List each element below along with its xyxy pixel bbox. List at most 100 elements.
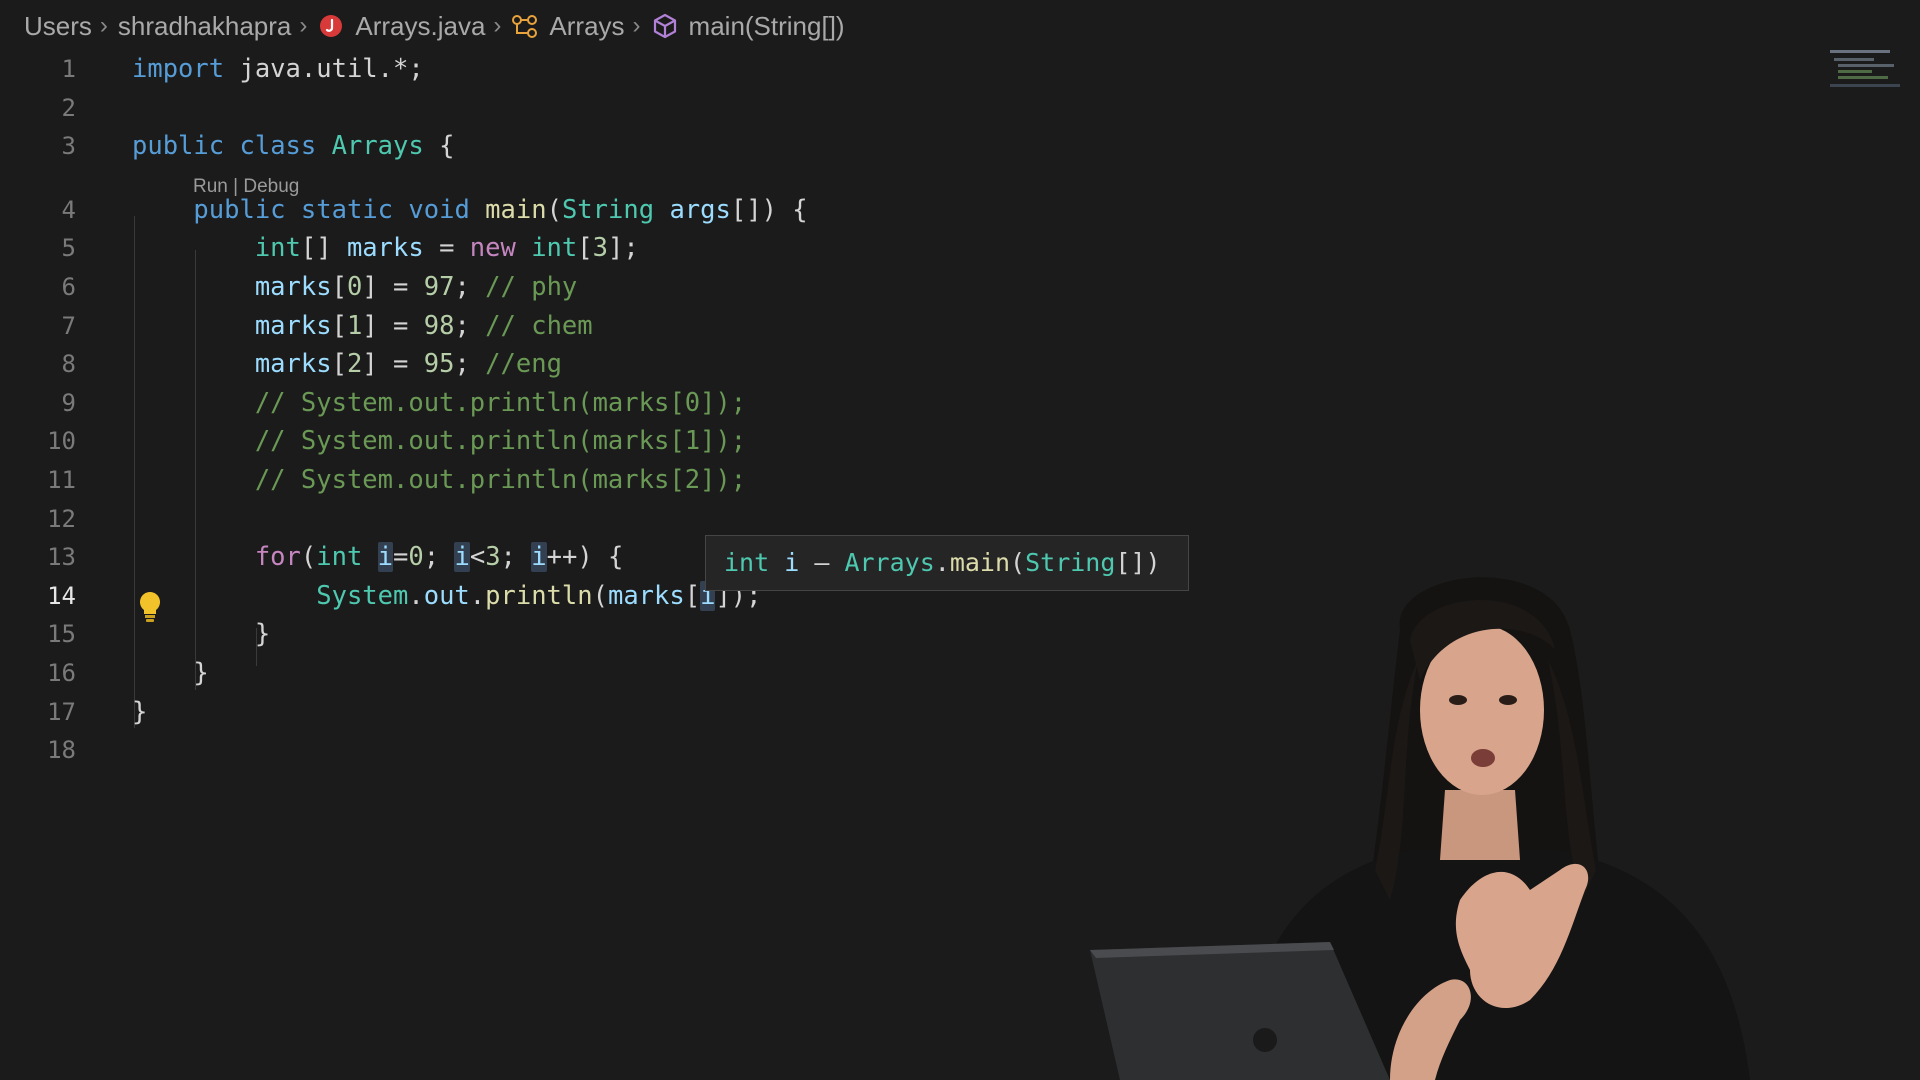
line-number[interactable]: 16 [0, 654, 76, 692]
minimap-line [1830, 84, 1900, 87]
code-token: static [300, 195, 394, 225]
minimap-line [1838, 76, 1888, 79]
hover-token: Arrays [844, 548, 935, 577]
code-text: marks[1] = 98; // chem [132, 307, 593, 345]
breadcrumb-label: Arrays.java [355, 10, 486, 41]
code-token: // chem [485, 311, 593, 341]
code-token: args [669, 195, 731, 225]
code-token: // System.out.println(marks[0]); [254, 388, 747, 418]
line-number[interactable]: 7 [0, 307, 76, 345]
line-number[interactable]: 3 [0, 127, 76, 165]
code-token: ; [454, 311, 486, 341]
code-token: Arrays [331, 131, 424, 161]
breadcrumb-item-file[interactable]: Arrays.java [317, 11, 485, 42]
line-number[interactable]: 15 [0, 615, 76, 653]
code-token: i [531, 542, 547, 572]
line-number[interactable]: 17 [0, 693, 76, 731]
code-token: [] [300, 233, 347, 263]
line-number[interactable]: 13 [0, 538, 76, 576]
code-token: int [316, 542, 363, 572]
code-token: ( [300, 542, 317, 572]
code-token: [ [684, 581, 701, 611]
code-text: marks[0] = 97; // phy [132, 268, 577, 306]
line-number[interactable]: 9 [0, 384, 76, 422]
code-token: = [423, 233, 470, 263]
code-token: i [454, 542, 470, 572]
code-token: [ [577, 233, 593, 263]
line-number[interactable]: 11 [0, 461, 76, 499]
code-token: for [254, 542, 301, 572]
chevron-right-icon: › [632, 12, 641, 39]
line-number[interactable]: 12 [0, 500, 76, 538]
code-token: int [531, 233, 578, 263]
code-token: println [485, 581, 593, 611]
line-number[interactable]: 14 [0, 577, 76, 615]
breadcrumb-item-users[interactable]: Users [24, 11, 92, 42]
code-token: new [469, 233, 516, 263]
breadcrumb-item-method[interactable]: main(String[]) [651, 11, 845, 42]
code-token: ] = [362, 349, 424, 379]
code-token: 2 [346, 349, 363, 379]
line-number[interactable]: 8 [0, 345, 76, 383]
hover-token [769, 548, 784, 577]
line-number[interactable]: 2 [0, 89, 76, 127]
code-token: java.util.*; [224, 54, 424, 84]
code-token: marks [254, 272, 332, 302]
lightbulb-icon[interactable] [137, 590, 163, 624]
line-number[interactable]: 5 [0, 229, 76, 267]
code-token: ++) { [546, 542, 624, 572]
line-number[interactable]: 18 [0, 731, 76, 769]
code-token: 3 [485, 542, 501, 572]
line-number[interactable]: 1 [0, 50, 76, 88]
presenter-video [1090, 570, 1920, 1080]
hover-token: . [934, 548, 950, 577]
code-text: for(int i=0; i<3; i++) { [132, 538, 623, 576]
code-token: marks [254, 349, 332, 379]
code-text: import java.util.*; [132, 50, 424, 88]
code-text: int[] marks = new int[3]; [132, 229, 639, 267]
code-token: } [132, 697, 148, 727]
code-token: ; [454, 272, 486, 302]
code-token: marks [346, 233, 424, 263]
code-token: // phy [485, 272, 578, 302]
line-number[interactable]: 4 [0, 191, 76, 229]
code-token: class [239, 131, 317, 161]
line-number[interactable]: 10 [0, 422, 76, 460]
chevron-right-icon: › [299, 12, 308, 39]
hover-token: ( [1010, 548, 1026, 577]
minimap-line [1834, 58, 1874, 61]
minimap-line [1838, 64, 1894, 67]
code-token: ] = [362, 311, 424, 341]
code-text: System.out.println(marks[i]); [132, 577, 762, 615]
minimap[interactable] [1826, 48, 1920, 98]
minimap-line [1838, 70, 1872, 73]
code-text: // System.out.println(marks[0]); [132, 384, 746, 422]
line-number[interactable]: 6 [0, 268, 76, 306]
java-file-icon [317, 12, 345, 40]
code-token: //eng [485, 349, 562, 379]
code-token: 0 [346, 272, 363, 302]
code-token: [ [331, 311, 347, 341]
code-token: . [469, 581, 486, 611]
code-token: } [132, 658, 209, 688]
code-text: // System.out.println(marks[2]); [132, 461, 746, 499]
code-token: // System.out.println(marks[2]); [254, 465, 747, 495]
hover-token: int [724, 548, 770, 577]
breadcrumb-label: shradhakhapra [117, 10, 292, 41]
code-token: 97 [423, 272, 455, 302]
breadcrumb-item-user-folder[interactable]: shradhakhapra [118, 11, 291, 42]
hover-token: i [784, 548, 800, 577]
breadcrumb-item-class[interactable]: Arrays [511, 11, 625, 42]
code-token: { [423, 131, 455, 161]
code-token: // System.out.println(marks[1]); [254, 426, 747, 456]
